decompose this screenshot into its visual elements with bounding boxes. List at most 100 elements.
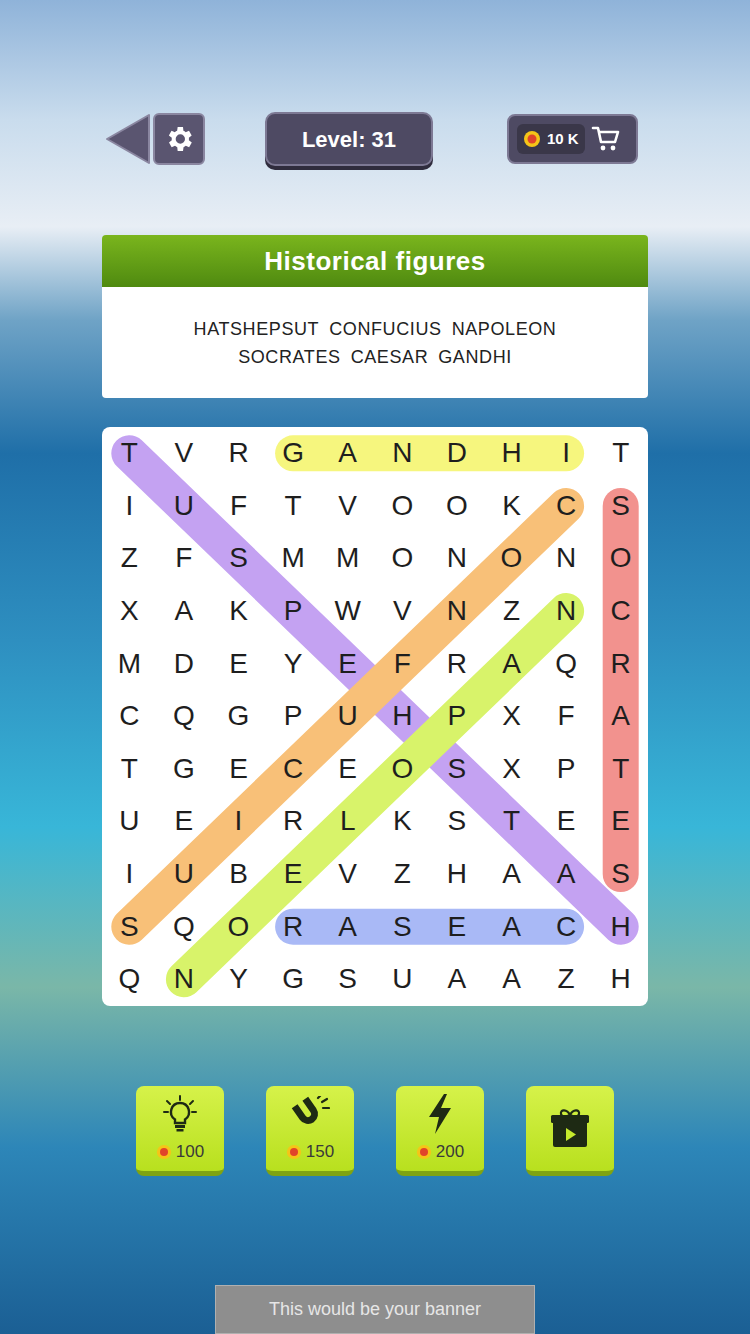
letter-cell[interactable]: E — [430, 900, 485, 953]
letter-cell[interactable]: S — [430, 743, 485, 796]
letter-cell[interactable]: N — [539, 532, 594, 585]
letter-cell[interactable]: E — [211, 743, 266, 796]
letter-cell[interactable]: C — [539, 900, 594, 953]
letter-cell[interactable]: F — [211, 480, 266, 533]
letter-cell[interactable]: A — [539, 848, 594, 901]
letter-cell[interactable]: N — [157, 953, 212, 1006]
letter-cell[interactable]: U — [375, 953, 430, 1006]
letter-cell[interactable]: G — [266, 953, 321, 1006]
letter-cell[interactable]: A — [430, 953, 485, 1006]
letter-cell[interactable]: G — [266, 427, 321, 480]
letter-cell[interactable]: R — [266, 795, 321, 848]
letter-cell[interactable]: E — [593, 795, 648, 848]
letter-cell[interactable]: Y — [266, 637, 321, 690]
letter-cell[interactable]: S — [593, 480, 648, 533]
letter-cell[interactable]: M — [102, 637, 157, 690]
letter-cell[interactable]: Z — [375, 848, 430, 901]
letter-cell[interactable]: E — [539, 795, 594, 848]
letter-cell[interactable]: A — [484, 953, 539, 1006]
hint-button[interactable]: 100 — [136, 1086, 224, 1176]
letter-cell[interactable]: R — [593, 637, 648, 690]
letter-cell[interactable]: Q — [102, 953, 157, 1006]
letter-cell[interactable]: T — [593, 743, 648, 796]
letter-cell[interactable]: I — [102, 480, 157, 533]
letter-cell[interactable]: V — [320, 480, 375, 533]
letter-cell[interactable]: H — [593, 953, 648, 1006]
letter-cell[interactable]: S — [211, 532, 266, 585]
letter-cell[interactable]: P — [266, 585, 321, 638]
letter-cell[interactable]: K — [375, 795, 430, 848]
letter-cell[interactable]: T — [593, 427, 648, 480]
letter-cell[interactable]: I — [539, 427, 594, 480]
letter-cell[interactable]: Z — [102, 532, 157, 585]
letter-cell[interactable]: O — [375, 743, 430, 796]
video-button[interactable] — [526, 1086, 614, 1176]
letter-cell[interactable]: O — [430, 480, 485, 533]
letter-cell[interactable]: S — [375, 900, 430, 953]
letter-cell[interactable]: E — [211, 637, 266, 690]
letter-cell[interactable]: M — [266, 532, 321, 585]
letter-cell[interactable]: F — [157, 532, 212, 585]
letter-cell[interactable]: T — [484, 795, 539, 848]
letter-cell[interactable]: Y — [211, 953, 266, 1006]
letter-cell[interactable]: F — [539, 690, 594, 743]
letter-cell[interactable]: P — [539, 743, 594, 796]
letter-cell[interactable]: S — [320, 953, 375, 1006]
letter-grid[interactable]: TVRGANDHITIUFTVOOKCSZFSMMONONOXAKPWVNZNC… — [102, 427, 648, 1006]
ad-banner[interactable]: This would be your banner — [215, 1285, 535, 1334]
letter-cell[interactable]: H — [375, 690, 430, 743]
letter-cell[interactable]: H — [593, 900, 648, 953]
letter-cell[interactable]: L — [320, 795, 375, 848]
letter-cell[interactable]: W — [320, 585, 375, 638]
letter-cell[interactable]: V — [157, 427, 212, 480]
letter-cell[interactable]: E — [320, 637, 375, 690]
letter-cell[interactable]: G — [211, 690, 266, 743]
letter-cell[interactable]: I — [102, 848, 157, 901]
letter-cell[interactable]: A — [484, 848, 539, 901]
letter-cell[interactable]: I — [211, 795, 266, 848]
letter-cell[interactable]: X — [484, 743, 539, 796]
letter-cell[interactable]: N — [430, 532, 485, 585]
letter-cell[interactable]: P — [266, 690, 321, 743]
letter-cell[interactable]: B — [211, 848, 266, 901]
letter-cell[interactable]: Z — [539, 953, 594, 1006]
letter-cell[interactable]: O — [484, 532, 539, 585]
letter-cell[interactable]: X — [484, 690, 539, 743]
letter-cell[interactable]: A — [484, 900, 539, 953]
coins-display[interactable]: 10 K — [507, 114, 638, 164]
letter-cell[interactable]: M — [320, 532, 375, 585]
letter-cell[interactable]: E — [157, 795, 212, 848]
letter-cell[interactable]: O — [375, 480, 430, 533]
letter-cell[interactable]: G — [157, 743, 212, 796]
letter-cell[interactable]: A — [320, 900, 375, 953]
letter-cell[interactable]: T — [102, 743, 157, 796]
letter-cell[interactable]: S — [102, 900, 157, 953]
letter-cell[interactable]: N — [539, 585, 594, 638]
letter-cell[interactable]: T — [266, 480, 321, 533]
letter-cell[interactable]: C — [593, 585, 648, 638]
letter-cell[interactable]: C — [539, 480, 594, 533]
letter-cell[interactable]: X — [102, 585, 157, 638]
letter-cell[interactable]: O — [375, 532, 430, 585]
letter-cell[interactable]: U — [102, 795, 157, 848]
letter-cell[interactable]: N — [430, 585, 485, 638]
letter-cell[interactable]: A — [320, 427, 375, 480]
letter-cell[interactable]: O — [593, 532, 648, 585]
letter-cell[interactable]: K — [484, 480, 539, 533]
letter-cell[interactable]: K — [211, 585, 266, 638]
letter-cell[interactable]: A — [157, 585, 212, 638]
letter-cell[interactable]: Q — [157, 690, 212, 743]
bolt-button[interactable]: 200 — [396, 1086, 484, 1176]
letter-cell[interactable]: R — [266, 900, 321, 953]
letter-cell[interactable]: V — [375, 585, 430, 638]
letter-cell[interactable]: P — [430, 690, 485, 743]
letter-cell[interactable]: T — [102, 427, 157, 480]
letter-cell[interactable]: V — [320, 848, 375, 901]
letter-cell[interactable]: F — [375, 637, 430, 690]
letter-cell[interactable]: U — [157, 848, 212, 901]
letter-cell[interactable]: C — [266, 743, 321, 796]
letter-cell[interactable]: O — [211, 900, 266, 953]
letter-cell[interactable]: H — [430, 848, 485, 901]
letter-cell[interactable]: H — [484, 427, 539, 480]
letter-cell[interactable]: Z — [484, 585, 539, 638]
